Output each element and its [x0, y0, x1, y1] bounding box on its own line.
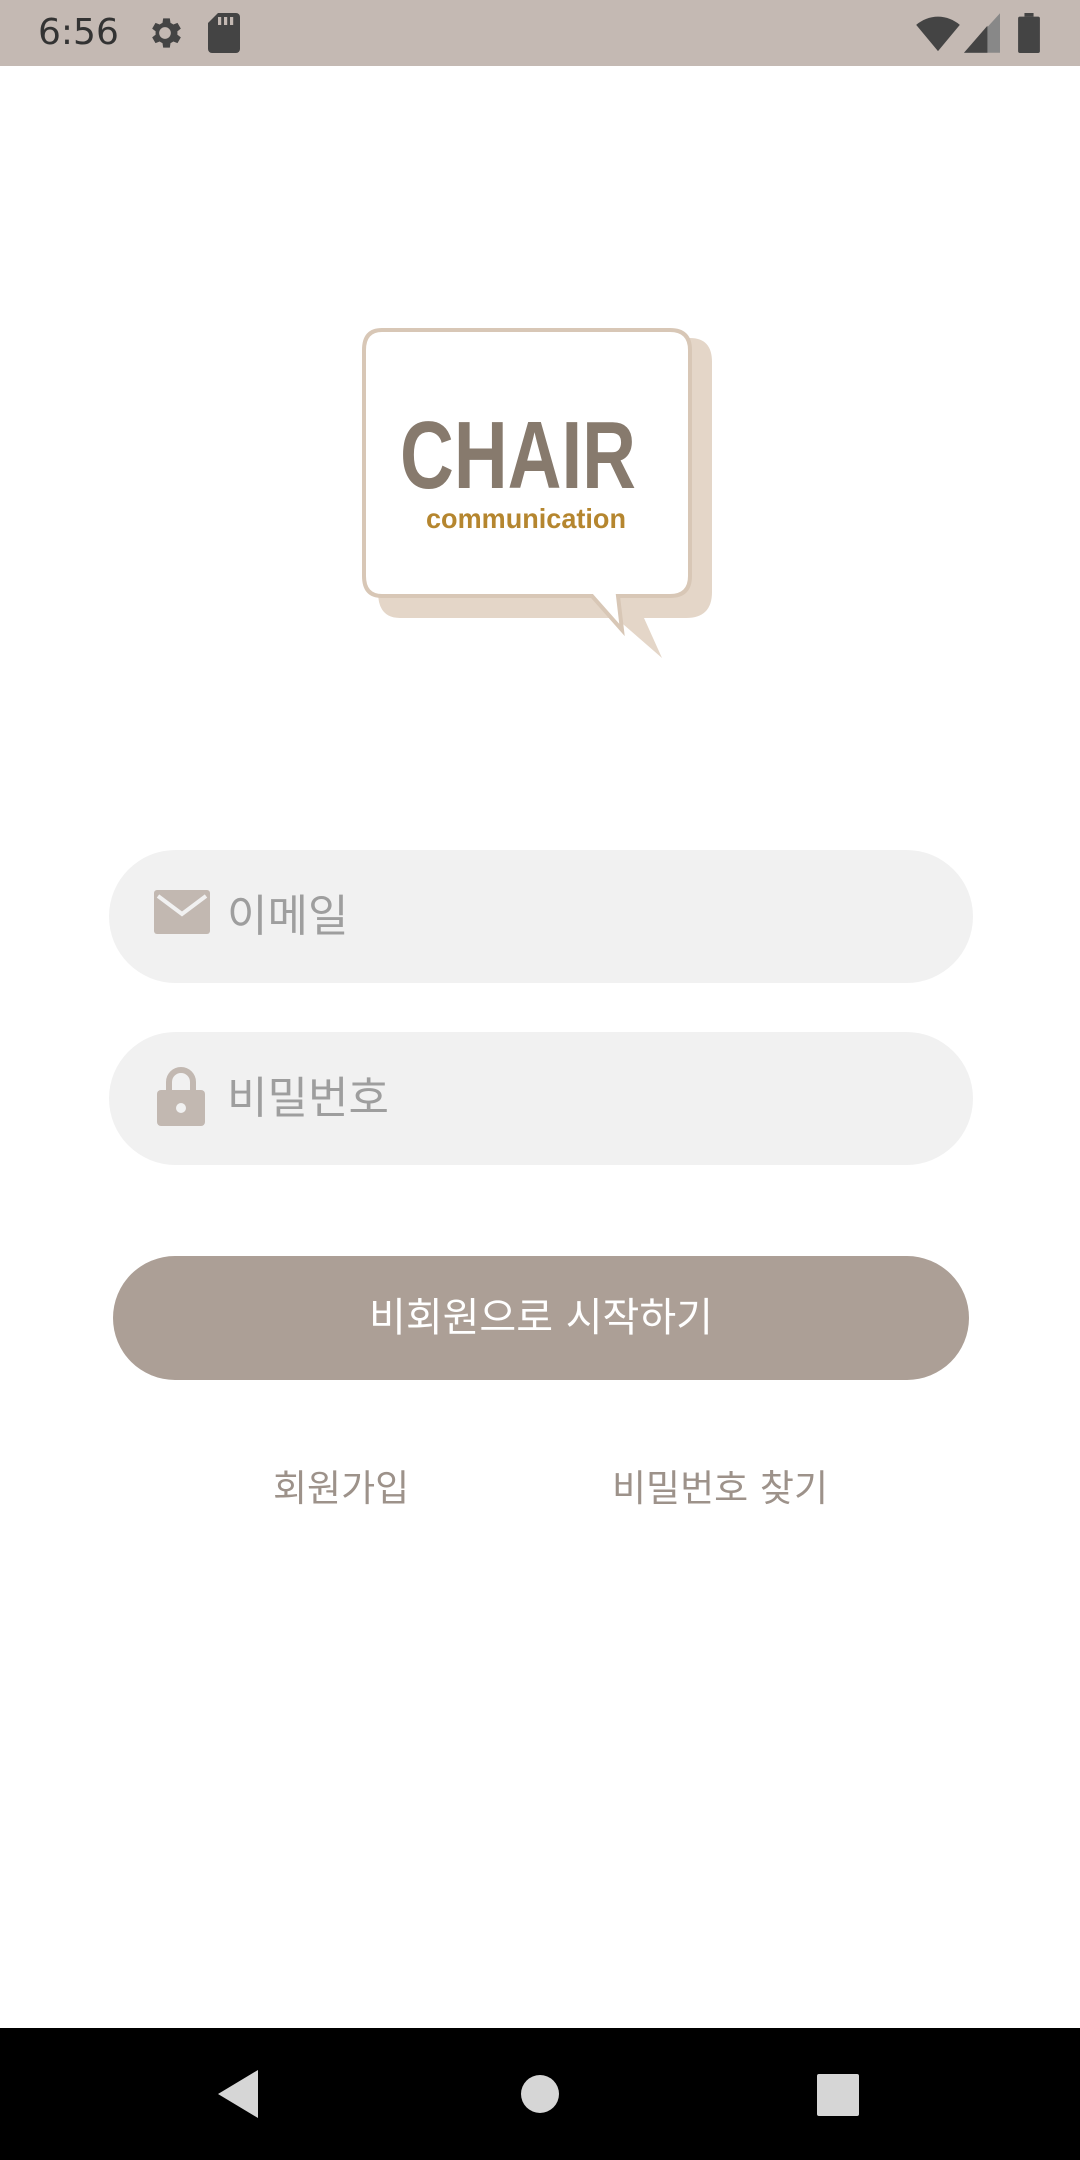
recents-icon[interactable] — [817, 2074, 859, 2120]
email-field[interactable]: 이메일 — [109, 850, 973, 983]
lock-icon — [157, 1066, 205, 1130]
battery-icon — [1018, 13, 1040, 57]
logo-title: CHAIR — [400, 402, 636, 509]
sd-card-icon — [208, 13, 240, 57]
mail-icon — [154, 888, 210, 940]
signup-link[interactable]: 회원가입 — [273, 1462, 409, 1516]
find-password-link[interactable]: 비밀번호 찾기 — [612, 1462, 828, 1516]
back-icon[interactable] — [214, 2066, 264, 2126]
navigation-bar — [0, 2028, 1080, 2160]
guest-start-button[interactable]: 비회원으로 시작하기 — [113, 1256, 969, 1380]
logo-subtitle: communication — [426, 503, 626, 534]
email-placeholder: 이메일 — [227, 891, 349, 942]
wifi-icon — [916, 13, 960, 57]
app-logo: CHAIR communication — [360, 326, 720, 666]
status-bar: 6:56 — [0, 0, 1080, 66]
signal-icon — [964, 13, 1000, 57]
password-field[interactable]: 비밀번호 — [109, 1032, 973, 1165]
home-icon[interactable] — [520, 2074, 560, 2118]
gear-icon — [145, 13, 185, 57]
password-placeholder: 비밀번호 — [227, 1073, 389, 1124]
status-time: 6:56 — [38, 12, 119, 53]
